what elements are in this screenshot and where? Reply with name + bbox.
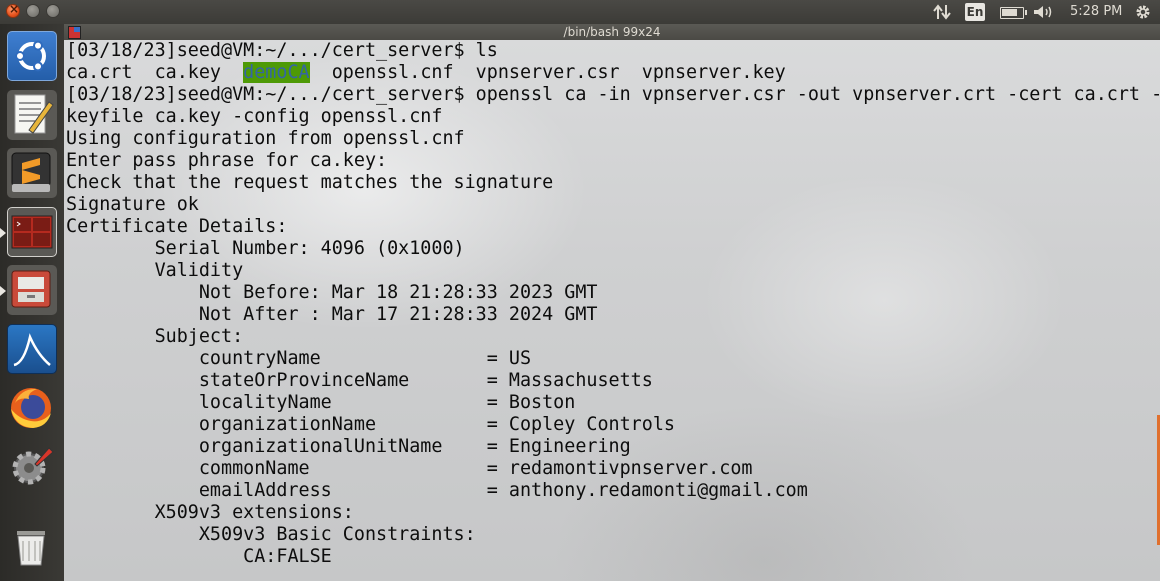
terminal-line-text: X509v3 Basic Constraints: bbox=[66, 524, 476, 545]
network-arrows-icon[interactable] bbox=[933, 4, 951, 20]
terminal-line-text: Serial Number: 4096 (0x1000) bbox=[66, 238, 465, 259]
terminal-line: Not After : Mar 17 21:28:33 2024 GMT bbox=[66, 304, 1160, 326]
settings-gear-icon[interactable] bbox=[1135, 4, 1151, 20]
terminal-line: organizationName = Copley Controls bbox=[66, 414, 1160, 436]
terminal-line: stateOrProvinceName = Massachusetts bbox=[66, 370, 1160, 392]
terminal-line: Signature ok bbox=[66, 194, 1160, 216]
terminal-line-text: Not Before: Mar 18 21:28:33 2023 GMT bbox=[66, 282, 598, 303]
terminal-line-text: Signature ok bbox=[66, 194, 199, 215]
terminal-line-text: CA:FALSE bbox=[66, 546, 332, 567]
terminal-line: keyfile ca.key -config openssl.cnf bbox=[66, 106, 1160, 128]
terminal-line: Check that the request matches the signa… bbox=[66, 172, 1160, 194]
terminal-icon[interactable] bbox=[7, 207, 57, 257]
terminal-line-text: commonName = redamontivpnserver.com bbox=[66, 458, 753, 479]
terminal-line: X509v3 Basic Constraints: bbox=[66, 524, 1160, 546]
terminal-title-bar[interactable]: /bin/bash 99x24 bbox=[64, 24, 1160, 40]
sublime-text-icon[interactable] bbox=[7, 148, 57, 198]
terminal-line-text: keyfile ca.key -config openssl.cnf bbox=[66, 106, 443, 127]
terminal-line-text: ca.crt ca.key bbox=[66, 62, 244, 83]
launcher-sidebar bbox=[0, 24, 65, 581]
battery-icon[interactable] bbox=[1000, 7, 1027, 19]
terminal-line-text: openssl.cnf vpnserver.csr vpnserver.key bbox=[309, 62, 786, 83]
firefox-icon[interactable] bbox=[7, 383, 57, 433]
terminal-line-text: Subject: bbox=[66, 326, 244, 347]
terminal-line-text: stateOrProvinceName = Massachusetts bbox=[66, 370, 653, 391]
terminal-line: ca.crt ca.key demoCA openssl.cnf vpnserv… bbox=[66, 62, 1160, 84]
terminal-line-text: countryName = US bbox=[66, 348, 532, 369]
terminal-line: Not Before: Mar 18 21:28:33 2023 GMT bbox=[66, 282, 1160, 304]
terminal-line-text: [03/18/23]seed@VM:~/.../cert_server$ ope… bbox=[66, 84, 1160, 105]
terminal-line-text: localityName = Boston bbox=[66, 392, 576, 413]
terminal-line: emailAddress = anthony.redamonti@gmail.c… bbox=[66, 480, 1160, 502]
terminal-line: CA:FALSE bbox=[66, 546, 1160, 568]
terminal-line-text: Check that the request matches the signa… bbox=[66, 172, 554, 193]
ubuntu-dash-icon[interactable] bbox=[7, 31, 57, 81]
terminal-line: Serial Number: 4096 (0x1000) bbox=[66, 238, 1160, 260]
text-editor-icon[interactable] bbox=[7, 90, 57, 140]
terminal-line-text: Not After : Mar 17 21:28:33 2024 GMT bbox=[66, 304, 598, 325]
running-indicator bbox=[0, 228, 6, 238]
terminal-line: Enter pass phrase for ca.key: bbox=[66, 150, 1160, 172]
terminal-line-text: organizationalUnitName = Engineering bbox=[66, 436, 631, 457]
wireshark-icon[interactable] bbox=[7, 324, 57, 374]
terminal-line-text: Using configuration from openssl.cnf bbox=[66, 128, 465, 149]
top-menu-bar: En 5:28 PM bbox=[0, 0, 1160, 24]
window-title: /bin/bash 99x24 bbox=[563, 25, 661, 39]
terminal-line: commonName = redamontivpnserver.com bbox=[66, 458, 1160, 480]
terminal-line: Using configuration from openssl.cnf bbox=[66, 128, 1160, 150]
terminal-line: Validity bbox=[66, 260, 1160, 282]
terminal-line: localityName = Boston bbox=[66, 392, 1160, 414]
minimize-window-button[interactable] bbox=[26, 4, 40, 18]
terminal-line-text: Validity bbox=[66, 260, 244, 281]
terminal-line: [03/18/23]seed@VM:~/.../cert_server$ ope… bbox=[66, 84, 1160, 106]
terminal-line-text: emailAddress = anthony.redamonti@gmail.c… bbox=[66, 480, 808, 501]
directory-highlight: demoCA bbox=[243, 62, 310, 83]
terminal-line: countryName = US bbox=[66, 348, 1160, 370]
terminal-line-text: Enter pass phrase for ca.key: bbox=[66, 150, 388, 171]
terminal-output[interactable]: [03/18/23]seed@VM:~/.../cert_server$ ls c… bbox=[64, 40, 1160, 581]
terminal-line: [03/18/23]seed@VM:~/.../cert_server$ ls bbox=[66, 40, 1160, 62]
file-manager-icon[interactable] bbox=[7, 265, 57, 315]
terminal-line-text: organizationName = Copley Controls bbox=[66, 414, 675, 435]
close-window-button[interactable] bbox=[6, 2, 20, 18]
terminal-line: organizationalUnitName = Engineering bbox=[66, 436, 1160, 458]
running-indicator bbox=[0, 286, 6, 296]
terminal-line-text: [03/18/23]seed@VM:~/.../cert_server$ ls bbox=[66, 40, 498, 61]
terminal-line: X509v3 extensions: bbox=[66, 502, 1160, 524]
terminal-text: [03/18/23]seed@VM:~/.../cert_server$ ls c… bbox=[66, 40, 1160, 568]
terminal-line: Certificate Details: bbox=[66, 216, 1160, 238]
trash-icon[interactable] bbox=[7, 521, 57, 571]
keyboard-language-indicator[interactable]: En bbox=[965, 3, 985, 21]
maximize-window-button[interactable] bbox=[46, 4, 60, 18]
terminal-line: Subject: bbox=[66, 326, 1160, 348]
terminal-line-text: Certificate Details: bbox=[66, 216, 288, 237]
system-settings-icon[interactable] bbox=[7, 442, 57, 492]
terminal-line-text: X509v3 extensions: bbox=[66, 502, 354, 523]
volume-icon[interactable] bbox=[1033, 5, 1055, 19]
clock[interactable]: 5:28 PM bbox=[1070, 0, 1122, 24]
